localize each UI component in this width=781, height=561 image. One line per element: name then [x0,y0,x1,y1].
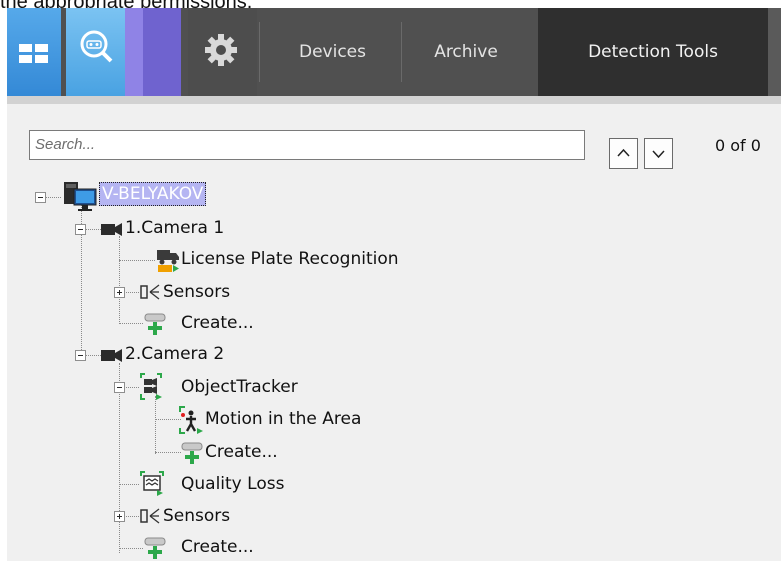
camera-icon [101,223,122,236]
truck-lpr-icon [157,250,179,272]
computer-icon [64,182,97,211]
sensor-icon [140,284,160,300]
collapse-toggle[interactable] [35,192,46,203]
tree-create-node[interactable]: Create... [181,536,254,558]
tree-lpr-node[interactable]: License Plate Recognition [181,248,399,270]
motion-area-icon [179,406,203,434]
tree-connector [119,323,143,324]
tree-connector [119,236,120,324]
tree-object-tracker-node[interactable]: ObjectTracker [181,376,298,398]
tree-connector [155,396,156,454]
create-add-icon [144,537,166,559]
collapse-toggle[interactable] [75,224,86,235]
tree-connector [119,484,139,485]
detection-tree: V-BELYAKOV 1.Camera 1 License Plate Reco… [0,0,781,561]
tree-create-node[interactable]: Create... [181,312,254,334]
quality-loss-icon [140,471,164,496]
tree-camera-2[interactable]: 2.Camera 2 [125,343,224,365]
tree-camera-1[interactable]: 1.Camera 1 [125,217,224,239]
camera-icon [101,349,122,362]
collapse-toggle[interactable] [114,382,125,393]
tree-sensors-node[interactable]: Sensors [163,281,230,303]
tree-server-node[interactable]: V-BELYAKOV [99,182,207,206]
tree-quality-loss-node[interactable]: Quality Loss [181,473,284,495]
tree-connector [155,452,181,453]
tree-connector [81,200,82,352]
create-add-icon [144,313,166,335]
create-add-icon [181,442,203,464]
tree-connector [119,260,155,261]
tree-create-node[interactable]: Create... [205,441,278,463]
tree-motion-area-node[interactable]: Motion in the Area [205,408,361,430]
collapse-toggle[interactable] [75,350,86,361]
expand-toggle[interactable] [114,287,125,298]
tree-connector [119,548,143,549]
tree-sensors-node[interactable]: Sensors [163,505,230,527]
expand-toggle[interactable] [114,511,125,522]
sensor-icon [140,508,160,524]
object-tracker-icon [140,373,162,400]
